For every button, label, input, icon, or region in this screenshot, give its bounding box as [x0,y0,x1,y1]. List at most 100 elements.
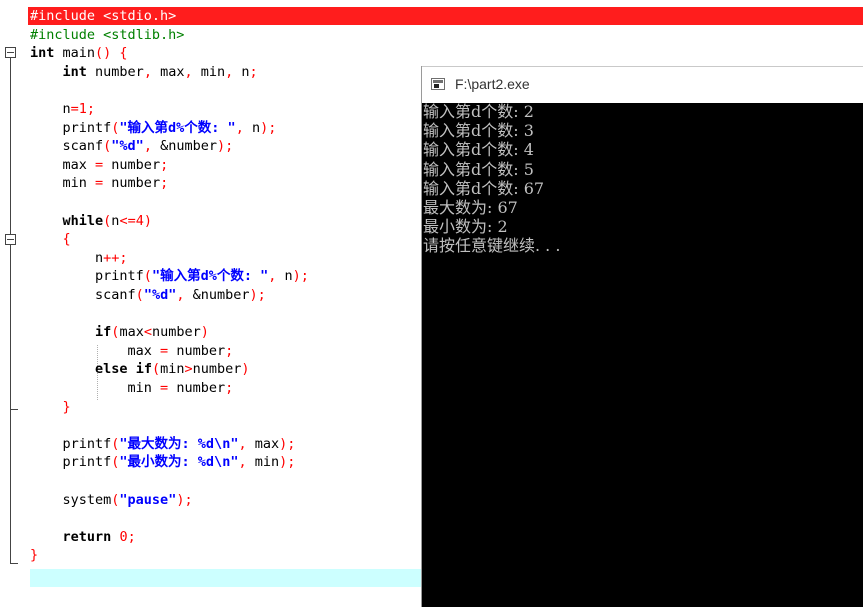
console-line: 输入第d个数: 2 [423,102,534,121]
console-output: 输入第d个数: 2 输入第d个数: 3 输入第d个数: 4 输入第d个数: 5 输入第d… [422,102,863,256]
code-line[interactable]: max = number; [30,342,234,360]
code-line[interactable]: #include <stdlib.h> [30,26,184,44]
console-line: 最小数为: 2 [423,217,508,237]
code-line[interactable]: n++; [30,249,128,267]
code-line[interactable]: min = number; [30,379,234,397]
code-line[interactable]: return 0; [30,528,136,546]
code-token: number [103,156,161,173]
code-token: ); [279,435,296,452]
code-token: = [95,175,104,192]
code-token: ); [279,454,296,471]
code-token: ); [260,119,277,136]
code-line[interactable]: } [30,398,71,416]
code-token: #include <stdlib.h> [30,26,185,43]
code-token: ; [249,63,258,80]
code-token: 0 [119,528,128,545]
code-token: ; [160,156,169,173]
code-token: min [192,63,226,80]
code-token: "输入第d%个数: " [119,119,236,136]
code-token: number [168,380,226,396]
code-token: "%d" [143,287,177,303]
fold-collapse-icon[interactable] [5,47,16,58]
code-token: int [30,45,55,62]
code-token: number [86,63,144,80]
code-token: ) [143,212,152,229]
code-token: system [30,491,112,508]
code-token: , [238,454,247,471]
code-line[interactable]: printf("最小数为: %d\n", min); [30,453,296,471]
code-token: number [103,175,161,192]
code-token: ) [241,361,250,378]
code-token: ; [225,380,234,396]
code-line[interactable]: n=1; [30,100,96,118]
code-token: { [111,45,128,62]
console-line: 请按任意键继续. . . [423,236,561,256]
console-line: 最大数为: 67 [423,197,518,217]
code-token: = [70,101,79,117]
code-token: < [143,324,152,341]
code-token: ; [86,101,96,117]
code-token: "最大数为: %d\n" [119,435,239,452]
code-token: number [192,361,242,378]
code-token: () [95,45,112,62]
code-token: ; [225,342,234,359]
code-token: scanf [30,138,104,155]
current-line-highlight [30,569,430,587]
console-title: F:\part2.exe [455,76,530,92]
code-token: 4 [135,212,144,229]
code-token: &number [184,287,250,303]
code-line[interactable]: else if(min>number) [30,360,250,378]
code-token: = [95,156,104,173]
code-token: return [62,528,112,545]
code-line[interactable]: printf("最大数为: %d\n", max); [30,435,296,453]
fold-end-marker [10,563,18,564]
code-token: ); [249,287,266,303]
code-token: , [143,138,152,155]
code-token: , [238,435,247,452]
code-token: ); [216,138,234,155]
code-token: n [30,101,71,117]
code-line[interactable]: int main() { [30,44,128,62]
code-token: n [276,268,293,285]
code-line[interactable]: max = number; [30,156,169,174]
console-line: 输入第d个数: 3 [423,121,534,141]
code-line[interactable]: } [30,546,38,564]
console-line: 输入第d个数: 5 [423,159,534,179]
code-token: , [235,119,244,136]
code-line[interactable]: int number, max, min, n; [30,63,258,81]
code-token: ( [135,287,144,303]
code-line[interactable]: scanf("%d", &number); [30,286,266,304]
console-titlebar[interactable]: F:\part2.exe [422,66,863,103]
code-token: 1 [78,101,87,117]
code-token: , [184,63,193,80]
code-token: int [62,63,87,80]
code-token: ( [151,361,161,378]
code-line[interactable]: min = number; [30,174,169,192]
code-token: printf [30,454,112,471]
code-line[interactable]: #include <stdio.h> [28,7,863,25]
code-line[interactable]: printf("输入第d%个数: ", n); [30,267,309,285]
code-token: "最小数为: %d\n" [119,454,239,471]
code-token: ( [143,268,152,285]
code-line[interactable]: { [30,230,71,248]
code-line[interactable]: scanf("%d", &number); [30,137,234,155]
code-token: , [143,63,152,80]
console-window-icon [431,78,445,90]
code-token: } [30,398,71,415]
code-token: max [151,63,185,80]
console-window[interactable]: F:\part2.exe 输入第d个数: 2 输入第d个数: 3 输入第d个数: 4… [421,66,863,607]
fold-collapse-icon[interactable] [5,234,16,245]
code-token: number [168,342,226,359]
fold-gutter [0,0,26,607]
code-line[interactable]: while(n<=4) [30,212,152,230]
code-line[interactable]: if(max<number) [30,323,209,341]
code-line[interactable]: system("pause"); [30,491,193,509]
code-line[interactable]: printf("输入第d%个数: ", n); [30,119,277,137]
code-token: = [160,342,169,359]
code-token: min [160,361,185,378]
